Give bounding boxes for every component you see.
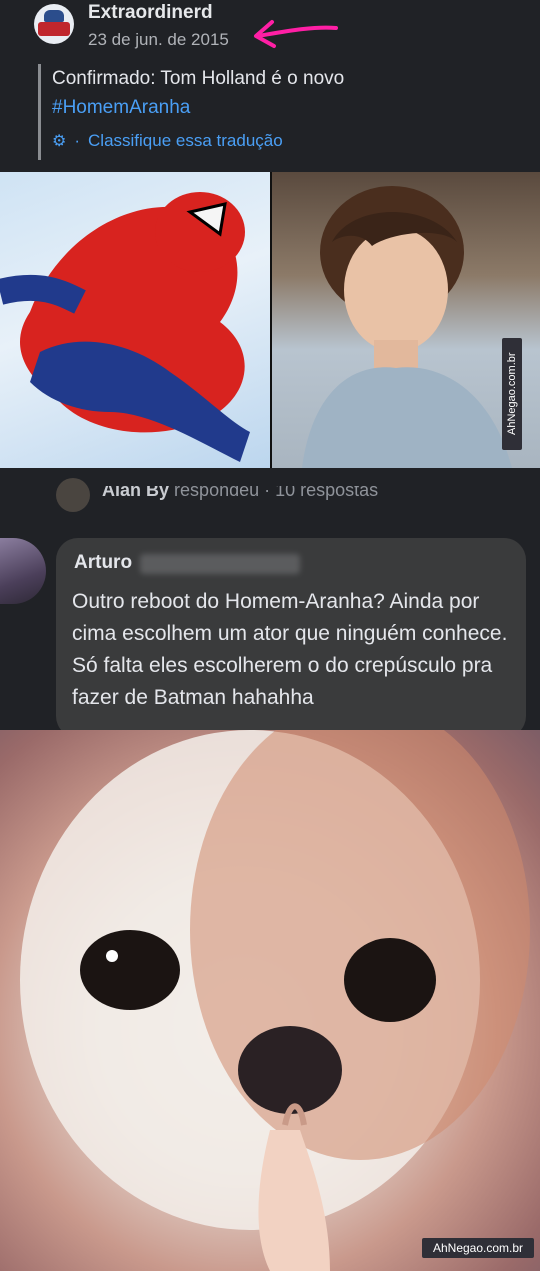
post-text: Confirmado: Tom Holland é o novo #HomemA…: [52, 64, 432, 122]
post-date[interactable]: 23 de jun. de 2015: [88, 30, 229, 50]
spider-man-image[interactable]: [0, 172, 270, 468]
comment-text: Outro reboot do Homem-Aranha? Ainda por …: [72, 590, 508, 709]
reply-avatar[interactable]: [56, 478, 90, 512]
page-name[interactable]: Extraordinerd: [88, 2, 213, 24]
watermark-side: AhNegao.com.br: [502, 338, 522, 450]
post-text-body: Confirmado: Tom Holland é o novo: [52, 68, 345, 89]
quote-bar: [38, 64, 41, 160]
translate-dot: ·: [74, 131, 81, 150]
tom-holland-photo[interactable]: [272, 172, 540, 468]
pink-arrow-annotation: [254, 20, 338, 48]
page-avatar[interactable]: [34, 4, 74, 44]
watermark-bottom: AhNegao.com.br: [422, 1238, 534, 1258]
hashtag-link[interactable]: #HomemAranha: [52, 93, 432, 122]
gear-icon: ⚙: [52, 133, 67, 150]
redacted-surname: [140, 554, 300, 574]
chihuahua-shush-image: [0, 730, 540, 1271]
commenter-name[interactable]: Arturo: [74, 552, 132, 574]
rate-translation-link[interactable]: ⚙ · Classifique essa tradução: [52, 131, 283, 151]
rate-translation-label: Classifique essa tradução: [88, 131, 283, 150]
